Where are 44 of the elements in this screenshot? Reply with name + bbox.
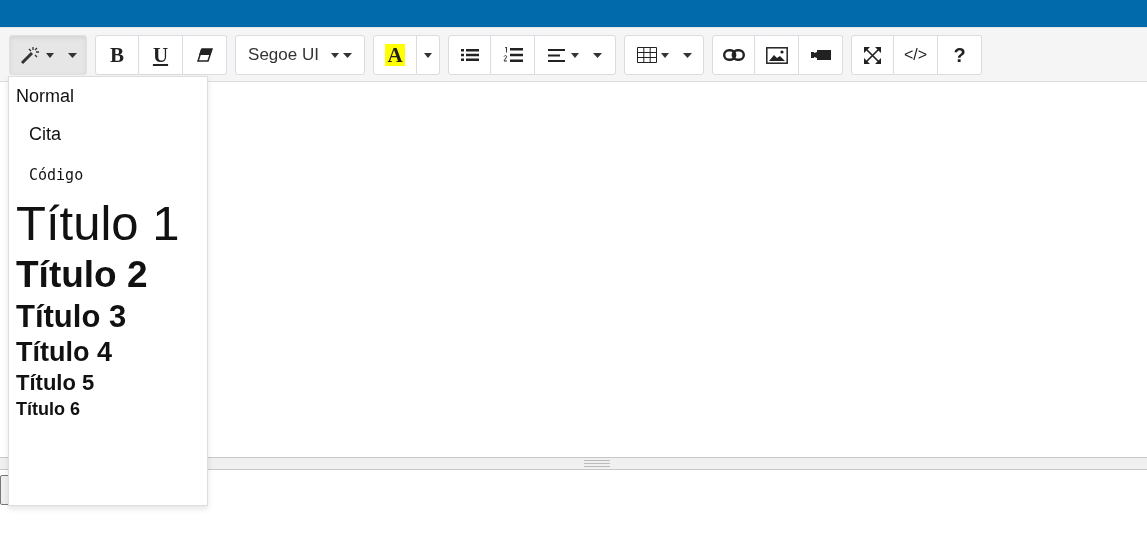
bold-button[interactable]: B — [95, 35, 139, 75]
align-button[interactable] — [535, 35, 616, 75]
caret-icon — [67, 52, 77, 58]
quote-option[interactable]: Cita — [16, 124, 207, 145]
font-button[interactable]: Segoe UI — [235, 35, 365, 75]
heading-option[interactable]: Título 2 — [16, 255, 207, 296]
table-icon — [636, 47, 657, 63]
video-camera-icon — [810, 49, 831, 61]
color-menu-button[interactable] — [417, 35, 440, 75]
link-icon — [722, 49, 745, 61]
eraser-icon — [196, 48, 213, 62]
caret-icon — [571, 52, 579, 58]
caret-icon — [682, 52, 692, 58]
heading-option[interactable]: Título 3 — [16, 299, 207, 334]
caret-icon — [424, 52, 432, 58]
align-left-icon — [548, 48, 565, 62]
help-button[interactable]: ? — [938, 35, 982, 75]
code-view-button[interactable]: </> — [894, 35, 938, 75]
table-button[interactable] — [624, 35, 704, 75]
caret-icon — [660, 52, 669, 58]
caret-icon — [45, 52, 54, 58]
link-button[interactable] — [712, 35, 755, 75]
fullscreen-icon — [864, 46, 881, 64]
caret-icon — [593, 52, 602, 58]
text-color-button[interactable]: A — [373, 35, 417, 75]
magic-wand-icon — [19, 45, 42, 65]
code-option[interactable]: Código — [16, 166, 207, 184]
heading-option[interactable]: Título 6 — [16, 399, 207, 420]
bullet-list-icon — [460, 48, 479, 62]
resize-handle-icon — [584, 460, 610, 467]
numbered-list-button[interactable] — [491, 35, 535, 75]
style-button[interactable] — [9, 35, 87, 75]
fullscreen-button[interactable] — [851, 35, 894, 75]
clear-format-button[interactable] — [183, 35, 227, 75]
heading-option[interactable]: Título 4 — [16, 337, 207, 368]
bullet-list-button[interactable] — [448, 35, 491, 75]
normal-option[interactable]: Normal — [16, 87, 207, 107]
image-button[interactable] — [755, 35, 799, 75]
numbered-list-icon — [502, 47, 523, 63]
heading-option[interactable]: Título 5 — [16, 371, 207, 396]
image-icon — [765, 46, 788, 64]
video-button[interactable] — [799, 35, 843, 75]
heading-option[interactable]: Título 1 — [16, 197, 207, 251]
underline-button[interactable]: U — [139, 35, 183, 75]
